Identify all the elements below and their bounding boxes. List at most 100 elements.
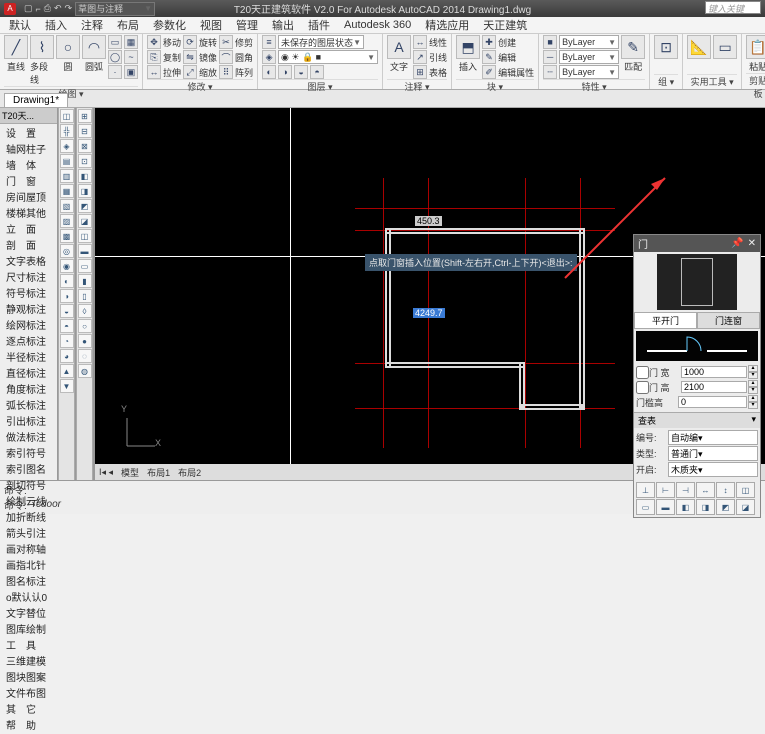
spin-down-icon[interactable]: ▾	[748, 402, 758, 409]
vtool-icon[interactable]: ○	[78, 319, 92, 333]
vtool-icon[interactable]: ╬	[60, 124, 74, 138]
door-insert-panel[interactable]: 门📌✕ 平开门 门连窗 门 宽1000▴▾ 门 高2100▴▾ 门槛高0▴▾ 查…	[633, 234, 761, 518]
dp-mode-icon[interactable]: ▬	[656, 499, 675, 515]
vtool-icon[interactable]: ●	[78, 334, 92, 348]
dp-mode-icon[interactable]: ⊥	[636, 482, 655, 498]
vtool-icon[interactable]: ⊠	[78, 139, 92, 153]
menu-tangent[interactable]: 天正建筑	[476, 17, 534, 33]
app-icon[interactable]: A	[4, 3, 16, 15]
dim-linear-icon[interactable]: ↔	[413, 35, 427, 49]
vtool-icon[interactable]: ▯	[78, 289, 92, 303]
point-icon[interactable]: ·	[108, 65, 122, 79]
vtool-icon[interactable]: ▨	[60, 214, 74, 228]
palette-item[interactable]: 静观标注	[2, 301, 55, 317]
dp-mode-icon[interactable]: ◫	[736, 482, 755, 498]
vtool-icon[interactable]: ◎	[60, 244, 74, 258]
stretch-icon[interactable]: ↔	[147, 65, 161, 79]
vtool-icon[interactable]: ◈	[60, 139, 74, 153]
spin-up-icon[interactable]: ▴	[748, 395, 758, 402]
palette-item[interactable]: 楼梯其他	[2, 205, 55, 221]
dp-mode-icon[interactable]: ⊢	[656, 482, 675, 498]
vtool-icon[interactable]: ▬	[78, 244, 92, 258]
lineweight-combo[interactable]: ByLayer▼	[559, 50, 619, 64]
vtool-icon[interactable]: ◐	[60, 274, 74, 288]
measure-button[interactable]: 📐	[687, 35, 711, 60]
ellipse-icon[interactable]: ◯	[108, 50, 122, 64]
door-sill-input[interactable]: 0	[678, 396, 747, 408]
palette-item[interactable]: 工 具	[2, 637, 55, 653]
vtool-icon[interactable]: ◌	[78, 349, 92, 363]
vtool-icon[interactable]: ▤	[60, 154, 74, 168]
qat-new-icon[interactable]: ▢	[24, 3, 33, 14]
palette-item[interactable]: 剖 面	[2, 237, 55, 253]
height-checkbox[interactable]	[636, 381, 649, 394]
palette-item[interactable]: 索引图名	[2, 461, 55, 477]
layericon[interactable]: ◈	[262, 50, 276, 64]
vtool-icon[interactable]: ◫	[78, 229, 92, 243]
text-button[interactable]: A文字	[387, 35, 411, 73]
tab-layout2[interactable]: 布局2	[178, 466, 201, 479]
palette-item[interactable]: 做法标注	[2, 429, 55, 445]
palette-item[interactable]: 轴网柱子	[2, 141, 55, 157]
menu-plugins[interactable]: 插件	[301, 17, 337, 33]
dp-mode-icon[interactable]: ◨	[696, 499, 715, 515]
tab-swing-door[interactable]: 平开门	[634, 312, 697, 329]
array-icon[interactable]: ⠿	[219, 65, 233, 79]
region-icon[interactable]: ▣	[124, 65, 138, 79]
group-button[interactable]: ⊡	[654, 35, 678, 60]
spline-icon[interactable]: ~	[124, 50, 138, 64]
palette-item[interactable]: 加折断线	[2, 509, 55, 525]
color-swatch-icon[interactable]: ■	[543, 35, 557, 49]
palette-item[interactable]: o默认认0	[2, 589, 55, 605]
menu-view[interactable]: 视图	[193, 17, 229, 33]
palette-item[interactable]: 索引符号	[2, 445, 55, 461]
close-icon[interactable]: ✕	[748, 238, 756, 249]
rotate-icon[interactable]: ⟳	[183, 35, 197, 49]
door-width-input[interactable]: 1000	[681, 366, 747, 378]
palette-item[interactable]: 帮 助	[2, 717, 55, 733]
insert-button[interactable]: ⬒插入	[456, 35, 480, 73]
circle-button[interactable]: ○圆	[56, 35, 80, 73]
palette-item[interactable]: 尺寸标注	[2, 269, 55, 285]
line-button[interactable]: ╱直线	[4, 35, 28, 73]
palette-item[interactable]: 画指北针	[2, 557, 55, 573]
palette-item[interactable]: 设 置	[2, 125, 55, 141]
palette-item[interactable]: 文字表格	[2, 253, 55, 269]
vtool-icon[interactable]: ◫	[60, 109, 74, 123]
palette-item[interactable]: 其 它	[2, 701, 55, 717]
palette-item[interactable]: 绘制云线	[2, 493, 55, 509]
door-type-combo[interactable]: 普通门▾	[668, 446, 758, 461]
trim-icon[interactable]: ✂	[219, 35, 233, 49]
tab-layout1[interactable]: 布局1	[147, 466, 170, 479]
paste-button[interactable]: 📋粘贴	[746, 35, 765, 73]
arc-button[interactable]: ◠圆弧	[82, 35, 106, 73]
palette-item[interactable]: 箭头引注	[2, 525, 55, 541]
vtool-icon[interactable]: ◒	[60, 304, 74, 318]
palette-item[interactable]: 房间屋顶	[2, 189, 55, 205]
copy-icon[interactable]: ⎘	[147, 50, 161, 64]
help-search[interactable]: 键入关键	[705, 1, 761, 14]
tabnav-prev-icon[interactable]: I◂ ◂	[99, 467, 113, 478]
vtool-icon[interactable]: ▧	[60, 199, 74, 213]
door-plan-thumbnail[interactable]	[636, 331, 758, 361]
vtool-icon[interactable]: ⊟	[78, 124, 92, 138]
layerstate-combo[interactable]: 未保存的图层状态▼	[278, 35, 364, 49]
door-height-input[interactable]: 2100	[681, 381, 747, 393]
vtool-icon[interactable]: ⊡	[78, 154, 92, 168]
palette-item[interactable]: 逐点标注	[2, 333, 55, 349]
vtool-icon[interactable]: ◓	[60, 319, 74, 333]
layerprops-icon[interactable]: ≡	[262, 35, 276, 49]
workspace-combo[interactable]: 草图与注释▼	[75, 2, 155, 16]
vtool-icon[interactable]: ◩	[78, 199, 92, 213]
fillet-icon[interactable]: ⌒	[219, 50, 233, 64]
menu-manage[interactable]: 管理	[229, 17, 265, 33]
layer-combo[interactable]: ◉ ☀ 🔒 ■▼	[278, 50, 378, 64]
qat-open-icon[interactable]: ⌐	[36, 4, 41, 14]
dp-mode-icon[interactable]: ↔	[696, 482, 715, 498]
pin-icon[interactable]: 📌	[731, 238, 743, 249]
dp-mode-icon[interactable]: ↕	[716, 482, 735, 498]
table-icon[interactable]: ⊞	[413, 65, 427, 79]
vtool-icon[interactable]: ▲	[60, 364, 74, 378]
palette-item[interactable]: 绘网标注	[2, 317, 55, 333]
tab-model[interactable]: 模型	[121, 466, 139, 479]
